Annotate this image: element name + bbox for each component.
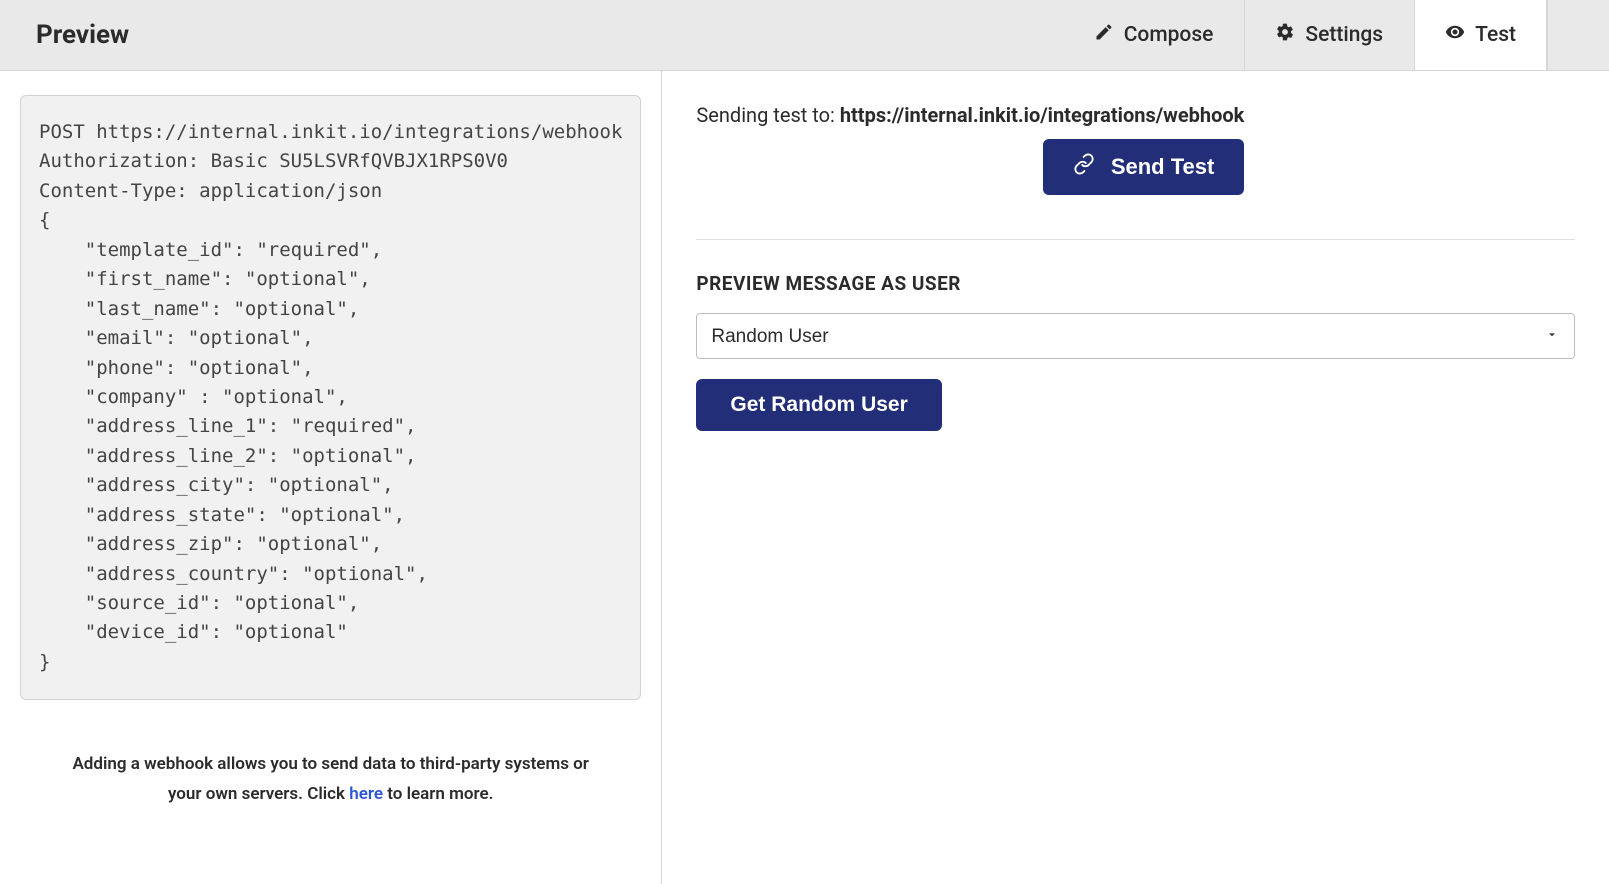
send-test-button[interactable]: Send Test (1043, 139, 1245, 195)
tab-test-label: Test (1475, 23, 1516, 47)
tab-compose-label: Compose (1124, 23, 1214, 47)
topbar-spacer (165, 0, 1063, 70)
get-random-user-label: Get Random User (730, 393, 907, 417)
code-line: "address_state": "optional", (39, 504, 405, 526)
gear-icon (1275, 22, 1295, 48)
code-line: "phone": "optional", (39, 357, 314, 379)
sending-test-to: Sending test to: https://internal.inkit.… (696, 101, 1244, 127)
sending-url: https://internal.inkit.io/integrations/w… (840, 103, 1245, 127)
help-suffix: to learn more. (383, 784, 493, 804)
pencil-icon (1094, 22, 1114, 48)
tab-compose[interactable]: Compose (1063, 0, 1245, 70)
code-line: "template_id": "required", (39, 239, 382, 261)
send-test-row: Sending test to: https://internal.inkit.… (696, 101, 1575, 240)
send-test-block: Sending test to: https://internal.inkit.… (696, 101, 1244, 195)
tab-test[interactable]: Test (1414, 0, 1547, 70)
get-random-user-button[interactable]: Get Random User (696, 379, 941, 431)
code-line: "address_line_1": "required", (39, 415, 417, 437)
code-line: "device_id": "optional" (39, 621, 348, 643)
code-line: "source_id": "optional", (39, 592, 359, 614)
tab-settings-label: Settings (1305, 23, 1383, 47)
code-line: "first_name": "optional", (39, 268, 371, 290)
code-line: { (39, 209, 50, 231)
user-select-wrap: Random User (696, 313, 1575, 359)
code-line: "address_zip": "optional", (39, 533, 382, 555)
code-line: "company" : "optional", (39, 386, 348, 408)
send-test-label: Send Test (1111, 154, 1215, 180)
sending-prefix: Sending test to: (696, 103, 839, 127)
help-link[interactable]: here (349, 784, 383, 804)
preview-user-section: PREVIEW MESSAGE AS USER Random User Get … (696, 272, 1575, 431)
code-line: "address_city": "optional", (39, 474, 394, 496)
preview-pane: POST https://internal.inkit.io/integrati… (0, 71, 662, 884)
eye-icon (1445, 22, 1465, 48)
user-select[interactable]: Random User (696, 313, 1575, 359)
preview-user-label: PREVIEW MESSAGE AS USER (696, 272, 1575, 295)
main-content: POST https://internal.inkit.io/integrati… (0, 71, 1609, 884)
page-title: Preview (0, 0, 165, 70)
help-text: Adding a webhook allows you to send data… (20, 750, 641, 810)
code-line: "address_country": "optional", (39, 563, 428, 585)
code-line: "email": "optional", (39, 327, 314, 349)
code-line: "address_line_2": "optional", (39, 445, 417, 467)
help-prefix: Adding a webhook allows you to send data… (72, 754, 588, 804)
code-line: } (39, 651, 50, 673)
code-line: POST https://internal.inkit.io/integrati… (39, 121, 622, 143)
tab-settings[interactable]: Settings (1244, 0, 1414, 70)
tab-trailing-spacer (1547, 0, 1609, 70)
topbar: Preview Compose Settings Test (0, 0, 1609, 71)
test-pane: Sending test to: https://internal.inkit.… (662, 71, 1609, 884)
code-line: Authorization: Basic SU5LSVRfQVBJX1RPS0V… (39, 150, 508, 172)
code-line: "last_name": "optional", (39, 298, 359, 320)
code-line: Content-Type: application/json (39, 180, 382, 202)
request-preview-code: POST https://internal.inkit.io/integrati… (20, 95, 641, 700)
link-icon (1073, 153, 1095, 181)
